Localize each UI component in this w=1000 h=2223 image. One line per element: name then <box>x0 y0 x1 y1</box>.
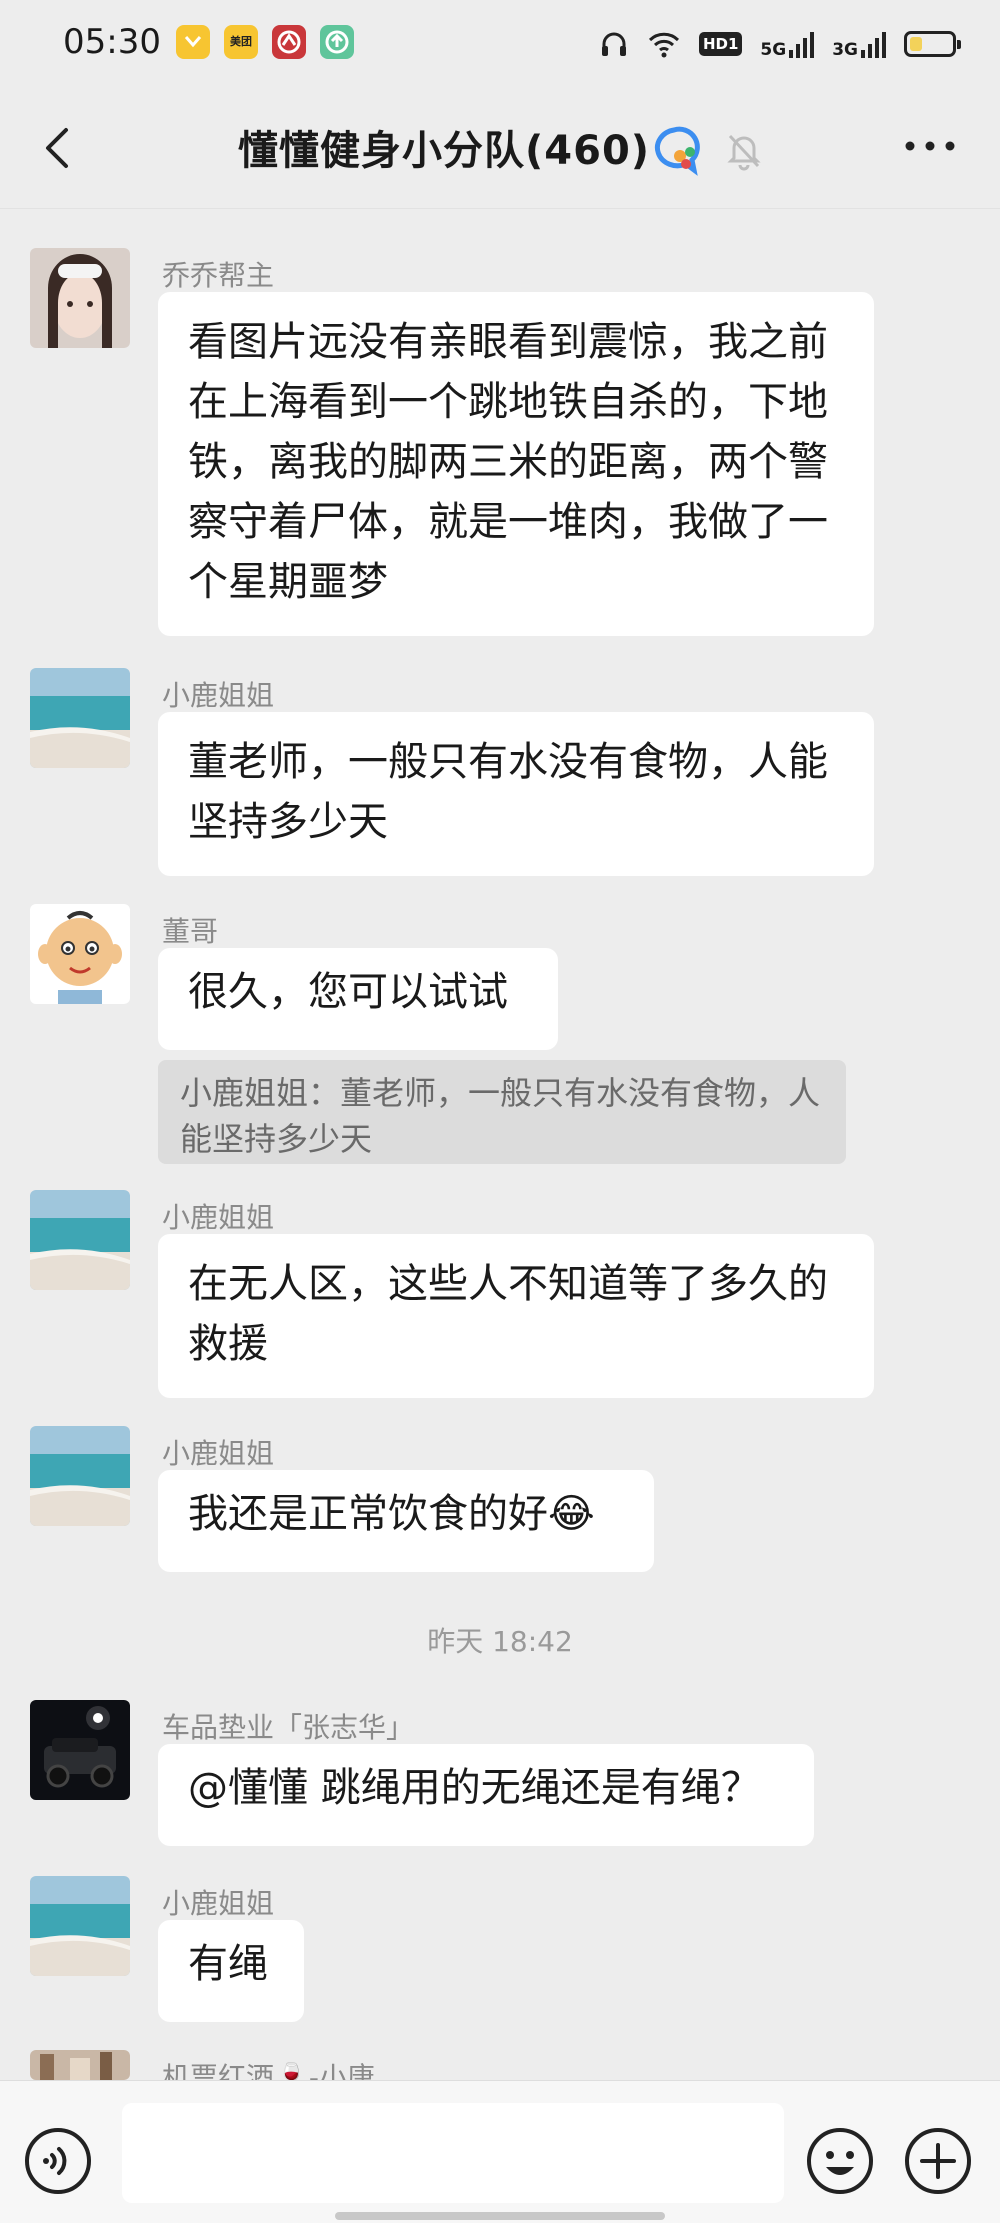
chat-header: 懂懂健身小分队(460) <box>0 90 1000 209</box>
avatar[interactable] <box>30 904 130 1004</box>
status-time: 05:30 <box>63 22 161 62</box>
message-input[interactable] <box>122 2103 784 2203</box>
avatar[interactable] <box>30 2050 130 2080</box>
message-text: 我还是正常饮食的好 <box>188 1491 548 1537</box>
mute-bell-icon <box>722 128 766 172</box>
green-app-icon <box>320 25 354 59</box>
more-icon <box>905 141 955 151</box>
sender-name: 小鹿姐姐 <box>162 1437 275 1470</box>
status-indicators: HD1 5G 3G <box>599 24 961 64</box>
home-indicator <box>335 2212 665 2220</box>
voice-input-button[interactable] <box>22 2125 94 2197</box>
sender-name: 小鹿姐姐 <box>162 679 275 712</box>
sender-name: 小鹿姐姐 <box>162 1887 275 1920</box>
message-bubble[interactable]: 看图片远没有亲眼看到震惊，我之前在上海看到一个跳地铁自杀的，下地铁，离我的脚两三… <box>158 292 874 636</box>
wifi-icon <box>648 32 680 58</box>
plus-icon <box>905 2128 971 2194</box>
network-3g-label: 3G <box>832 40 858 60</box>
message-bubble[interactable]: 在无人区，这些人不知道等了多久的救援 <box>158 1234 874 1398</box>
avatar[interactable] <box>30 1876 130 1976</box>
hd-badge: HD1 <box>698 32 743 56</box>
headphones-icon <box>601 32 626 56</box>
sender-name: 小鹿姐姐 <box>162 1201 275 1234</box>
signal-icon <box>861 32 886 58</box>
timestamp: 昨天 18:42 <box>427 1625 573 1658</box>
page-title: 懂懂健身小分队(460) <box>238 128 651 174</box>
signal-icon <box>789 32 815 58</box>
message-bubble[interactable]: 董老师，一般只有水没有食物，人能坚持多少天 <box>158 712 874 876</box>
laughing-tears-emoji-icon: 😂 <box>548 1491 595 1537</box>
sender-name: 车品垫业「张志华」 <box>162 1711 415 1744</box>
status-bar: 05:30 美团 HD1 5G 3G <box>0 0 1000 90</box>
avatar[interactable] <box>30 248 130 348</box>
sender-name: 董哥 <box>162 915 219 948</box>
more-options-button[interactable] <box>900 126 960 166</box>
meituan-app-icon: 美团 <box>224 25 258 59</box>
avatar[interactable] <box>30 1700 130 1800</box>
network-5g-label: 5G <box>760 40 787 60</box>
battery-icon <box>904 31 961 57</box>
chevron-left-icon <box>46 128 68 168</box>
avatar[interactable] <box>30 1426 130 1526</box>
emoji-icon <box>807 2128 873 2194</box>
avatar[interactable] <box>30 1190 130 1290</box>
more-actions-button[interactable] <box>902 2125 974 2197</box>
quoted-message[interactable]: 小鹿姐姐：董老师，一般只有水没有食物，人能坚持多少天 <box>158 1060 846 1164</box>
coupon-app-icon <box>176 25 210 59</box>
enterprise-chat-icon <box>646 122 702 178</box>
voice-icon <box>25 2128 91 2194</box>
sender-name: 乔乔帮主 <box>162 259 275 292</box>
bank-app-icon <box>272 25 306 59</box>
avatar[interactable] <box>30 668 130 768</box>
message-bubble[interactable]: @懂懂 跳绳用的无绳还是有绳？ <box>158 1744 814 1846</box>
message-bubble[interactable]: 很久，您可以试试 <box>158 948 558 1050</box>
emoji-button[interactable] <box>804 2125 876 2197</box>
back-button[interactable] <box>30 118 90 178</box>
input-bar <box>0 2080 1000 2223</box>
message-bubble[interactable]: 我还是正常饮食的好😂 <box>158 1470 654 1572</box>
message-bubble[interactable]: 有绳 <box>158 1920 304 2022</box>
